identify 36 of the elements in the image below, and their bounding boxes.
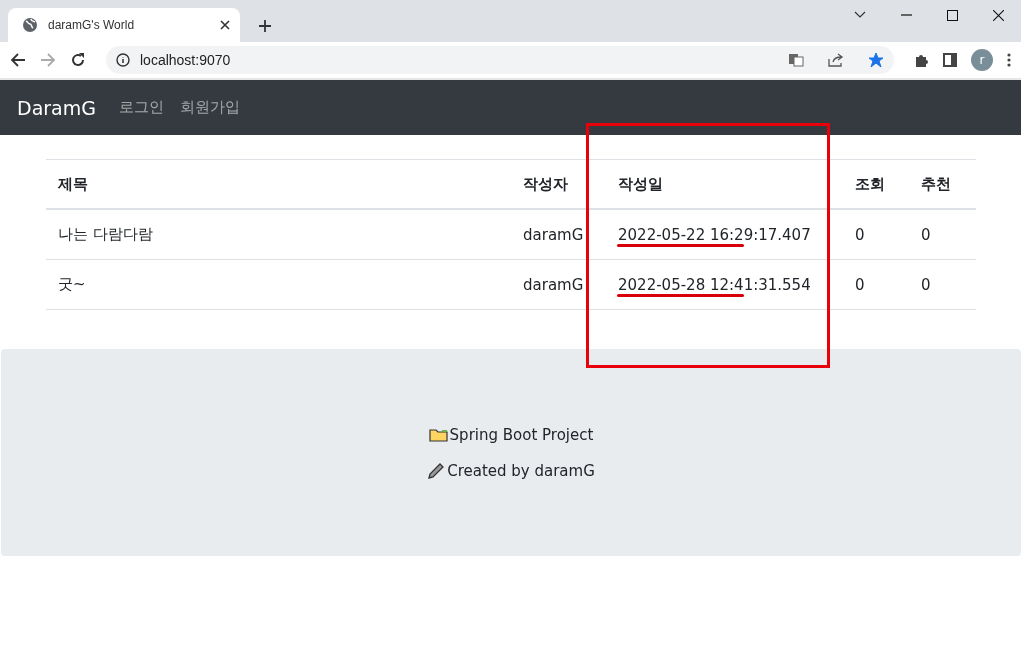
- table-cell[interactable]: 나는 다람다람: [46, 210, 511, 260]
- nav-link[interactable]: 로그인: [118, 98, 164, 117]
- table-cell: daramG: [511, 210, 606, 260]
- table-cell: daramG: [511, 260, 606, 310]
- info-icon: [116, 53, 130, 67]
- column-header: 작성일: [606, 160, 843, 210]
- folder-icon: [428, 427, 448, 442]
- new-tab-icon[interactable]: [258, 19, 272, 33]
- tab-title: daramG's World: [48, 18, 136, 32]
- address-bar[interactable]: localhost:9070: [106, 46, 894, 74]
- table-cell: 0: [909, 260, 976, 310]
- back-icon[interactable]: [10, 52, 26, 68]
- column-header: 조회: [843, 160, 909, 210]
- table-cell: 0: [843, 260, 909, 310]
- column-header: 작성자: [511, 160, 606, 210]
- close-tab-icon[interactable]: [220, 20, 230, 30]
- pencil-icon: [427, 461, 446, 480]
- browser-tab[interactable]: daramG's World: [8, 8, 240, 42]
- globe-icon: [22, 17, 38, 33]
- side-panel-icon[interactable]: [943, 53, 957, 67]
- nav-link[interactable]: 회원가입: [179, 98, 240, 117]
- translate-icon[interactable]: [788, 53, 804, 67]
- column-header: 추천: [909, 160, 976, 210]
- table-cell: 0: [909, 210, 976, 260]
- footer-text: Spring Boot Project: [449, 425, 594, 444]
- bookmark-star-icon[interactable]: [868, 52, 884, 68]
- share-icon[interactable]: [828, 53, 844, 67]
- table-cell[interactable]: 굿~: [46, 260, 511, 310]
- footer-text: Created by daramG: [447, 461, 595, 480]
- table-cell: 0: [843, 210, 909, 260]
- menu-icon[interactable]: [1007, 53, 1011, 67]
- brand-link[interactable]: DaramG: [17, 96, 96, 119]
- reload-icon[interactable]: [70, 52, 86, 68]
- column-header: 제목: [46, 160, 511, 210]
- puzzle-icon[interactable]: [914, 52, 929, 68]
- url-text: localhost:9070: [140, 52, 232, 68]
